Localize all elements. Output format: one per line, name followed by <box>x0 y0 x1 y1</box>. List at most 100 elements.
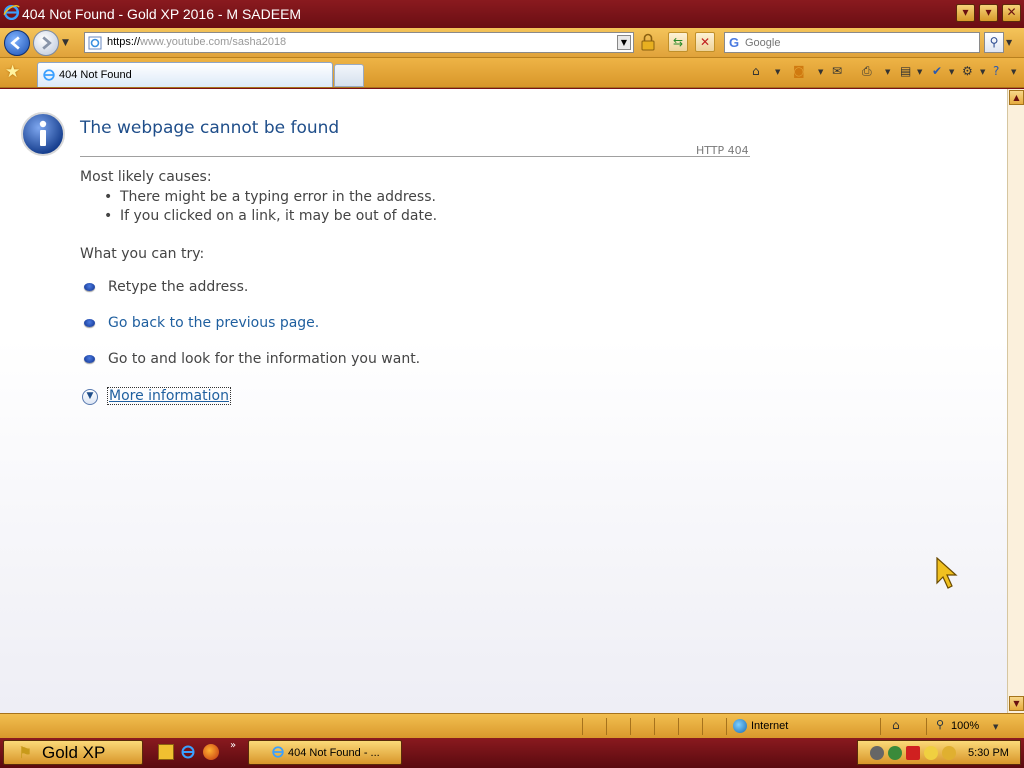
feeds-dropdown-icon[interactable]: ▼ <box>818 68 823 76</box>
back-arrow-icon <box>10 36 20 50</box>
status-divider <box>702 718 703 735</box>
favorites-star-icon[interactable]: ★ <box>5 62 20 82</box>
list-item: If you clicked on a link, it may be out … <box>104 207 437 226</box>
refresh-icon: ⇆ <box>672 35 684 49</box>
address-field[interactable]: https://www.youtube.com/sasha2018 ▼ <box>84 32 634 53</box>
taskbar-window-button[interactable]: 404 Not Found - ... <box>248 740 402 765</box>
vertical-scrollbar[interactable]: ▲ ▼ <box>1007 89 1024 713</box>
taskbar-window-label: 404 Not Found - ... <box>288 747 380 759</box>
volume-icon[interactable] <box>942 746 956 760</box>
tab-label: 404 Not Found <box>59 69 132 81</box>
status-divider <box>926 718 927 735</box>
ie-quicklaunch-icon[interactable] <box>180 744 196 760</box>
list-item: There might be a typing error in the add… <box>104 188 437 207</box>
print-dropdown-icon[interactable]: ▼ <box>885 68 890 76</box>
close-icon: ✕ <box>1006 5 1017 19</box>
tray-app-icon[interactable] <box>870 746 884 760</box>
url-text[interactable]: https://www.youtube.com/sasha2018 <box>107 36 286 48</box>
new-tab-button[interactable] <box>334 64 364 87</box>
restore-icon: ▾ <box>985 5 992 19</box>
page-title: The webpage cannot be found <box>80 118 340 138</box>
security-shield-icon[interactable] <box>906 746 920 760</box>
google-icon: G <box>729 35 740 50</box>
status-bar: Internet ⌂ ⚲ 100% ▼ <box>0 713 1024 738</box>
status-divider <box>606 718 607 735</box>
page-menu-icon[interactable]: ▤ <box>900 64 911 82</box>
print-icon[interactable]: ⎙ <box>862 64 872 82</box>
folder-icon[interactable] <box>158 744 174 760</box>
safety-icon[interactable]: ✔ <box>932 64 942 82</box>
zoom-level[interactable]: 100% <box>951 720 979 732</box>
causes-heading: Most likely causes: <box>80 169 212 185</box>
home-dropdown-icon[interactable]: ▼ <box>775 68 780 76</box>
status-divider <box>726 718 727 735</box>
start-label: Gold XP <box>42 743 106 762</box>
back-button[interactable] <box>4 30 30 56</box>
page-icon <box>88 36 102 50</box>
start-button[interactable]: ⚑ Gold XP <box>3 740 143 765</box>
tab-command-bar: ★ 404 Not Found ⌂ ▼ ◙ ▼ ✉ ⎙ ▼ ▤ ▼ ✔ ▼ ⚙ … <box>0 58 1024 88</box>
alert-icon[interactable] <box>924 746 938 760</box>
title-divider <box>80 156 750 157</box>
page-dropdown-icon[interactable]: ▼ <box>917 68 922 76</box>
search-box[interactable]: G <box>724 32 980 53</box>
title-bar: 404 Not Found - Gold XP 2016 - M SADEEM … <box>0 0 1024 28</box>
quicklaunch-more-icon[interactable]: » <box>230 740 236 751</box>
feeds-icon[interactable]: ◙ <box>793 64 805 82</box>
home-icon[interactable]: ⌂ <box>752 64 760 82</box>
tab-404-not-found[interactable]: 404 Not Found <box>37 62 333 87</box>
search-button[interactable]: ⚲ <box>984 32 1004 53</box>
search-input[interactable] <box>745 35 975 50</box>
stop-button[interactable]: ✕ <box>695 32 715 52</box>
mail-icon[interactable]: ✉ <box>832 64 842 82</box>
ie-page-icon <box>43 69 55 81</box>
chevron-down-icon: ▼ <box>1013 699 1020 708</box>
chevron-down-icon: ▼ <box>620 38 628 47</box>
forward-arrow-icon <box>42 36 52 50</box>
safety-dropdown-icon[interactable]: ▼ <box>949 68 954 76</box>
expand-chevron-icon[interactable]: ▼ <box>82 389 98 405</box>
ie-icon <box>3 4 20 21</box>
help-dropdown-icon[interactable]: ▼ <box>1011 68 1016 76</box>
firefox-icon[interactable] <box>203 744 219 760</box>
bullet-icon <box>84 355 95 363</box>
try-heading: What you can try: <box>80 246 205 262</box>
page-content: The webpage cannot be found HTTP 404 Mos… <box>0 89 1007 713</box>
status-divider <box>678 718 679 735</box>
network-icon[interactable] <box>888 746 902 760</box>
chevron-up-icon: ▲ <box>1013 93 1020 102</box>
address-toolbar: ▼ https://www.youtube.com/sasha2018 ▼ ⇆ … <box>0 28 1024 58</box>
forward-button[interactable] <box>33 30 59 56</box>
history-dropdown-icon[interactable]: ▼ <box>62 38 69 48</box>
address-dropdown-button[interactable]: ▼ <box>617 35 631 50</box>
more-information-link[interactable]: More information <box>107 387 231 405</box>
status-divider <box>880 718 881 735</box>
refresh-button[interactable]: ⇆ <box>668 32 688 52</box>
go-back-link[interactable]: Go back to the previous page. <box>108 315 319 331</box>
info-icon <box>21 112 65 156</box>
zoom-dropdown-icon[interactable]: ▼ <box>993 723 998 731</box>
close-window-button[interactable]: ✕ <box>1002 4 1021 22</box>
tools-gear-icon[interactable]: ⚙ <box>962 64 973 82</box>
zone-label: Internet <box>751 720 789 732</box>
protected-mode-icon[interactable]: ⌂ <box>892 718 900 736</box>
windows-flag-icon: ⚑ <box>18 743 33 762</box>
status-divider <box>630 718 631 735</box>
search-options-dropdown-icon[interactable]: ▼ <box>1006 38 1012 47</box>
go-to-text: Go to and look for the information you w… <box>108 351 421 367</box>
help-icon[interactable]: ? <box>993 64 999 82</box>
restore-button[interactable]: ▾ <box>979 4 998 22</box>
mouse-cursor-icon <box>936 557 958 589</box>
lock-icon[interactable] <box>640 33 656 51</box>
minimize-icon: ▾ <box>962 5 969 19</box>
system-tray: 5:30 PM <box>857 740 1021 765</box>
scroll-down-button[interactable]: ▼ <box>1009 696 1024 711</box>
zoom-icon[interactable]: ⚲ <box>936 718 944 731</box>
ie-icon <box>272 746 284 758</box>
tools-dropdown-icon[interactable]: ▼ <box>980 68 985 76</box>
causes-list: There might be a typing error in the add… <box>104 188 437 226</box>
minimize-button[interactable]: ▾ <box>956 4 975 22</box>
bullet-icon <box>84 283 95 291</box>
scroll-up-button[interactable]: ▲ <box>1009 90 1024 105</box>
bullet-icon <box>84 319 95 327</box>
